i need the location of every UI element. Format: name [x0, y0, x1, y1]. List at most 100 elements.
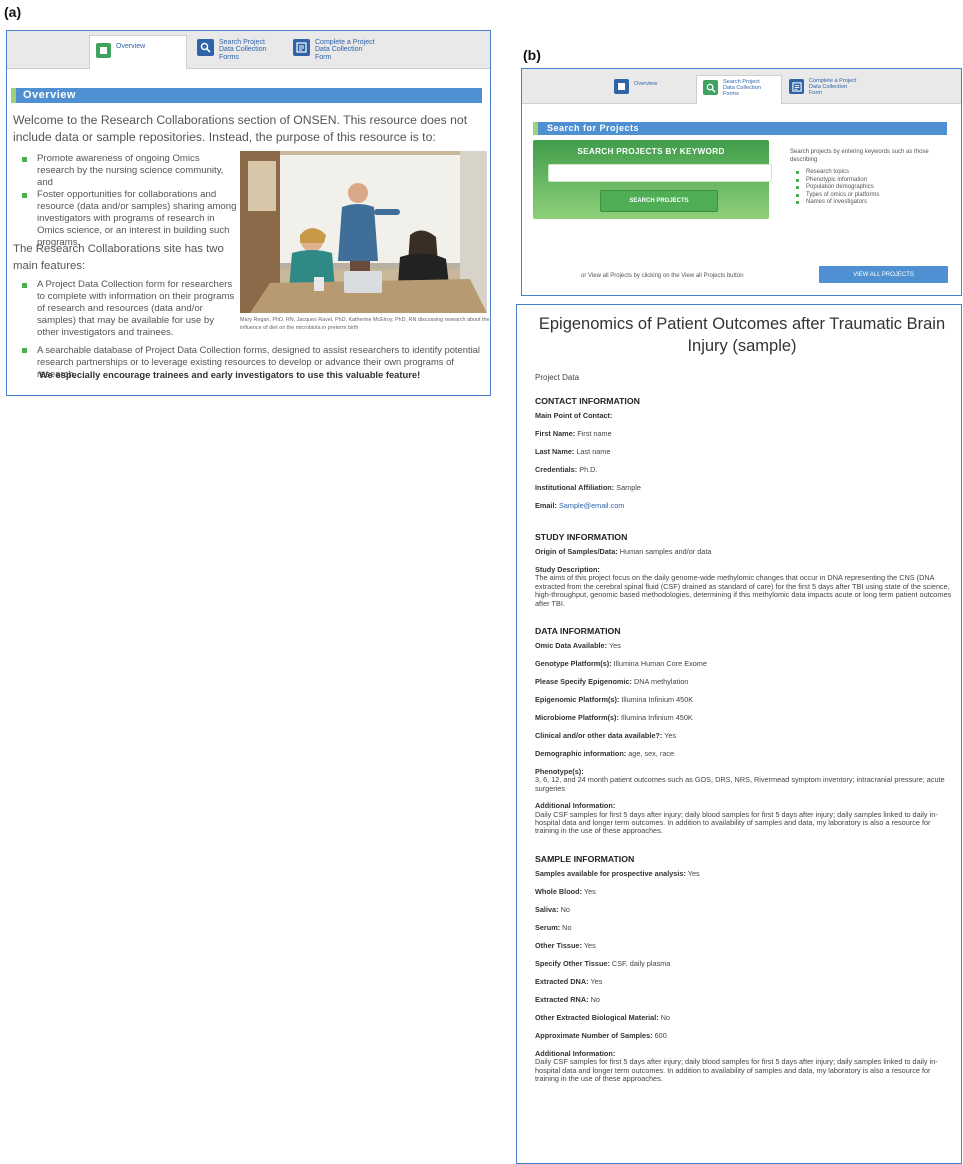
tab-search-project-forms[interactable]: Search Project Data Collection Forms [696, 75, 782, 104]
epigenomic-specify-value: DNA methylation [633, 677, 689, 687]
data-additional-value: Daily CSF samples for first 5 days after… [535, 809, 938, 836]
panel-label-a: (a) [4, 4, 22, 20]
document-icon [293, 39, 310, 56]
tab-search-line-1: Search Project [219, 39, 265, 46]
overview-section-title: Overview [11, 88, 482, 103]
tab-search-line-3: Forms [723, 90, 739, 97]
first-name-label: First Name: [535, 429, 576, 438]
extracted-rna-value: No [590, 994, 600, 1004]
overview-section-title-text: Overview [23, 89, 76, 101]
serum-label: Serum: [535, 922, 561, 932]
main-point-label: Main Point of Contact: [535, 411, 613, 420]
origin-label: Origin of Samples/Data: [535, 547, 618, 556]
view-all-projects-button[interactable]: VIEW ALL PROJECTS [819, 266, 948, 283]
tab-complete-label: Complete a Project Data Collection Form [315, 39, 375, 61]
email-label: Email: [535, 501, 557, 510]
other-tissue-label: Other Tissue: [535, 940, 582, 950]
epigenomic-specify-label: Please Specify Epigenomic: [535, 677, 632, 687]
overview-icon [96, 43, 111, 58]
demographic-label: Demographic information: [535, 749, 627, 759]
features-list: A Project Data Collection form for resea… [22, 279, 237, 339]
sample-heading: SAMPLE INFORMATION [535, 853, 635, 864]
keyword-search-input[interactable] [548, 164, 772, 182]
overview-panel: Overview Search Project Data Collection … [6, 30, 491, 396]
prospective-label: Samples available for prospective analys… [535, 868, 686, 878]
tab-search-project-forms[interactable]: Search Project Data Collection Forms [191, 35, 285, 65]
approx-samples-label: Approximate Number of Samples: [535, 1030, 653, 1040]
epigenomic-platform-value: Illumina Infinium 450K [621, 695, 694, 705]
affiliation-label: Institutional Affiliation: [535, 483, 615, 492]
tab-complete-line-1: Complete a Project [315, 39, 375, 46]
tab-overview[interactable]: Overview [89, 35, 187, 69]
last-name-label: Last Name: [535, 447, 575, 456]
phenotype-value: 3, 6, 12, and 24 month patient outcomes … [535, 775, 945, 793]
omic-value: Yes [608, 641, 621, 651]
document-icon [789, 79, 804, 94]
intro-text: Welcome to the Research Collaborations s… [13, 113, 468, 144]
tab-overview-label: Overview [116, 43, 146, 50]
other-material-label: Other Extracted Biological Material: [535, 1012, 659, 1022]
omic-label: Omic Data Available: [535, 641, 608, 651]
tab-complete-line-3: Form [315, 53, 332, 61]
whole-blood-value: Yes [583, 886, 596, 896]
specify-tissue-value: CSF, daily plasma [611, 958, 671, 968]
tab-search-label: Search Project Data Collection Forms [723, 79, 761, 98]
genotype-label: Genotype Platform(s): [535, 659, 612, 669]
search-icon [197, 39, 214, 56]
tab-overview[interactable]: Overview [608, 75, 698, 98]
research-team-photo [240, 151, 487, 313]
view-all-hint: or View all Projects by clicking on the … [581, 273, 744, 279]
panel-label-b: (b) [523, 47, 541, 63]
serum-value: No [562, 922, 572, 932]
extracted-dna-value: Yes [590, 976, 603, 986]
search-icon [703, 80, 718, 95]
other-material-value: No [660, 1012, 671, 1022]
search-help-list: Research topics Phenotypic information P… [796, 169, 950, 207]
first-name-value: First name [577, 429, 612, 438]
credentials-label: Credentials: [535, 465, 578, 474]
list-item: Phenotypic information [796, 177, 950, 185]
saliva-value: No [560, 904, 570, 914]
extracted-dna-label: Extracted DNA: [535, 976, 589, 986]
data-heading: DATA INFORMATION [535, 626, 621, 637]
tab-complete-line-3: Form [809, 89, 823, 96]
list-item: Population demographics [796, 184, 950, 192]
search-projects-button[interactable]: SEARCH PROJECTS [600, 190, 718, 212]
study-heading: STUDY INFORMATION [535, 532, 628, 542]
purpose-list: Promote awareness of ongoing Omics resea… [22, 153, 237, 249]
project-data-label: Project Data [535, 373, 580, 382]
project-title: Epigenomics of Patient Outcomes after Tr… [538, 315, 946, 355]
whole-blood-label: Whole Blood: [535, 886, 583, 896]
tab-complete-line-2: Data Collection [315, 46, 363, 54]
keyword-search-title: SEARCH PROJECTS BY KEYWORD [577, 147, 725, 156]
list-item: Promote awareness of ongoing Omics resea… [22, 153, 237, 189]
tab-search-line-3: Forms [219, 53, 239, 61]
search-help-text: Search projects by entering keywords suc… [790, 149, 929, 163]
tab-complete-project-form[interactable]: Complete a Project Data Collection Form [783, 75, 875, 101]
features-intro: The Research Collaborations site has two… [13, 243, 224, 272]
credentials-value: Ph.D. [579, 465, 598, 474]
specify-tissue-label: Specify Other Tissue: [535, 958, 610, 968]
tab-overview-label: Overview [634, 81, 658, 87]
microbiome-label: Microbiome Platform(s): [535, 713, 619, 723]
tab-search-line-2: Data Collection [219, 46, 267, 54]
clinical-value: Yes [664, 731, 677, 741]
list-item: Types of omics or platforms [796, 192, 950, 200]
other-tissue-value: Yes [583, 940, 596, 950]
search-section-title: Search for Projects [533, 122, 947, 135]
list-item: Research topics [796, 169, 950, 177]
search-projects-panel: Overview Search Project Data Collection … [521, 68, 962, 296]
tab-complete-project-form[interactable]: Complete a Project Data Collection Form [287, 35, 387, 65]
encourage-text: We especially encourage trainees and ear… [39, 369, 421, 380]
approx-samples-value: 600 [654, 1030, 667, 1040]
sample-additional-value: Daily CSF samples for first 5 days after… [535, 1057, 938, 1084]
contact-heading: CONTACT INFORMATION [535, 396, 640, 406]
epigenomic-platform-label: Epigenomic Platform(s): [535, 695, 620, 705]
demographic-value: age, sex, race [628, 749, 675, 759]
study-description-value: The aims of this project focus on the da… [535, 573, 952, 608]
extracted-rna-label: Extracted RNA: [535, 994, 589, 1004]
list-item: Foster opportunities for collaborations … [22, 189, 237, 248]
tab-bar: Overview Search Project Data Collection … [7, 31, 490, 69]
email-link[interactable]: Sample@email.com [559, 501, 624, 510]
clinical-label: Clinical and/or other data available?: [535, 731, 663, 741]
